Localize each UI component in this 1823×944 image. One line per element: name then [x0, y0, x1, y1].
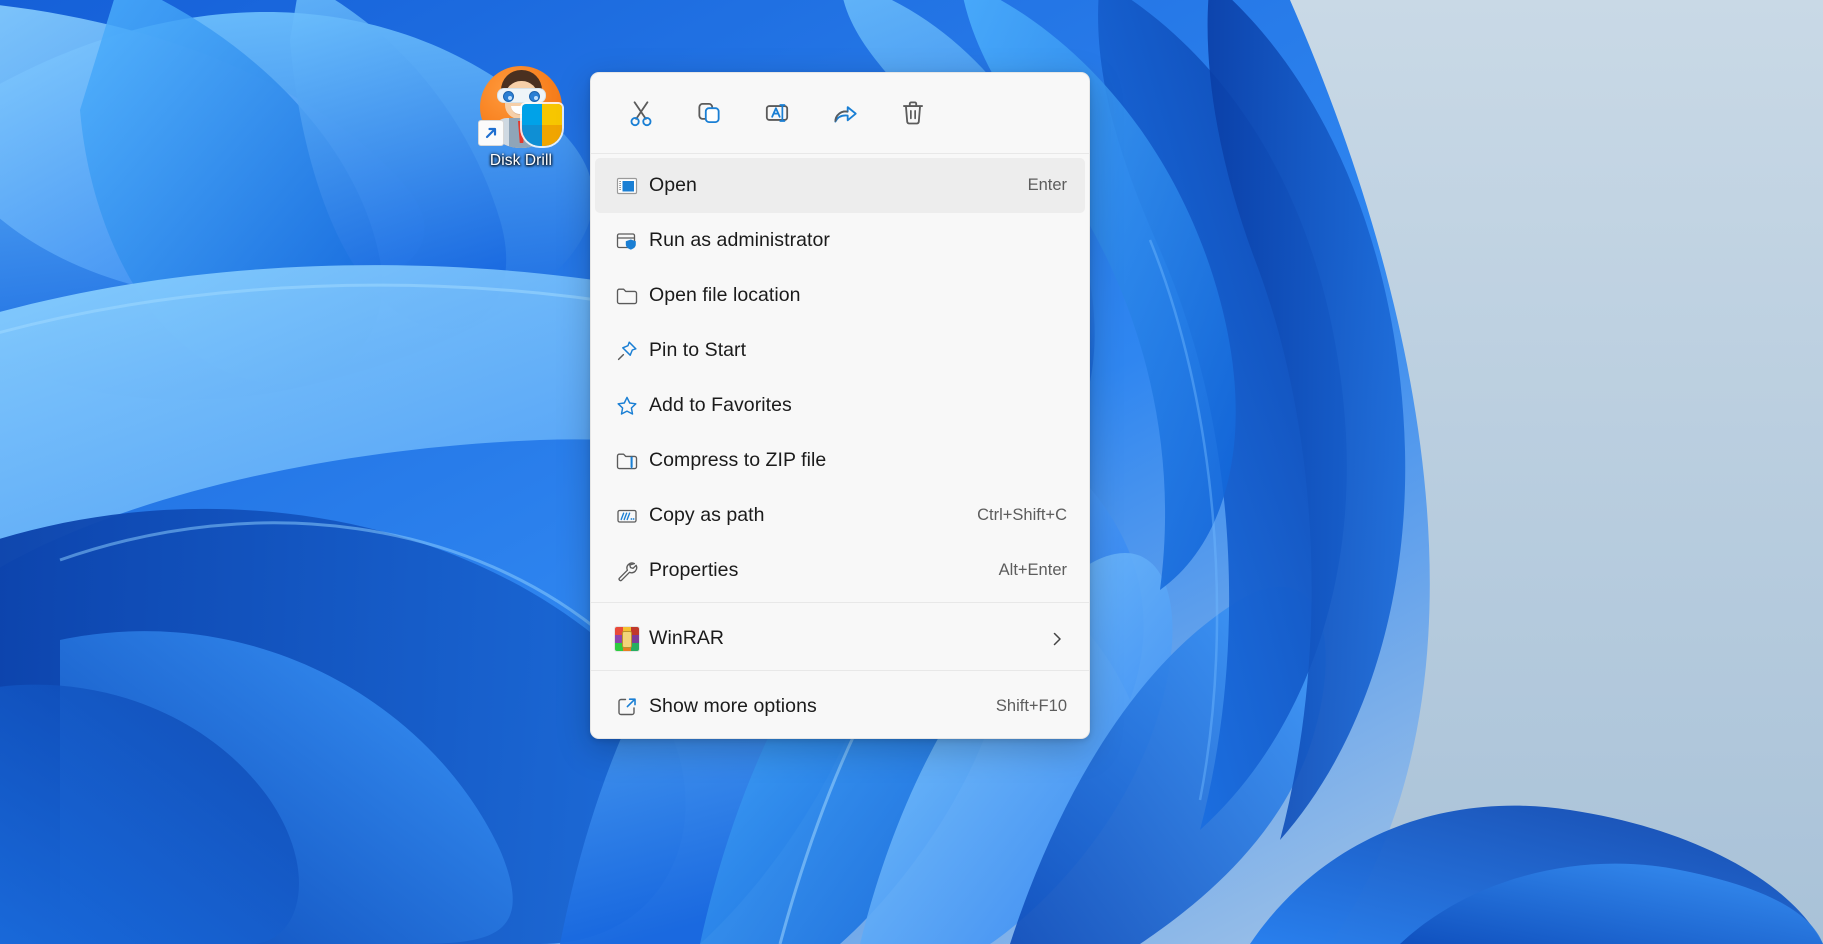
menu-item-label: Open file location	[649, 284, 801, 306]
menu-item-accelerator: Shift+F10	[995, 697, 1067, 715]
menu-item-run-as-administrator[interactable]: Run as administrator	[595, 213, 1085, 268]
windows-shield-overlay-icon	[522, 104, 562, 146]
menu-item-label: Properties	[649, 559, 739, 581]
menu-item-accelerator: Alt+Enter	[998, 561, 1067, 579]
context-menu[interactable]: Open Enter Run as administrator Open fil…	[590, 72, 1090, 739]
menu-item-compress-to-zip-file[interactable]: Compress to ZIP file	[595, 433, 1085, 488]
menu-group-apps: WinRAR	[591, 607, 1089, 666]
goggle-lens-right	[529, 91, 540, 102]
copy-path-icon	[615, 504, 649, 528]
menu-item-properties[interactable]: Properties Alt+Enter	[595, 543, 1085, 598]
goggle-lens-left	[503, 91, 514, 102]
chevron-right-icon	[1047, 629, 1067, 649]
shortcut-arrow-badge	[478, 120, 504, 146]
share-button[interactable]	[817, 91, 872, 135]
open-window-icon	[615, 174, 649, 198]
menu-item-label: Pin to Start	[649, 339, 747, 361]
menu-item-label: Compress to ZIP file	[649, 449, 827, 471]
menu-item-show-more-options[interactable]: Show more options Shift+F10	[595, 679, 1085, 734]
menu-separator-1	[591, 602, 1089, 603]
menu-item-open-file-location[interactable]: Open file location	[595, 268, 1085, 323]
cut-button[interactable]	[613, 91, 668, 135]
menu-item-copy-as-path[interactable]: Copy as path Ctrl+Shift+C	[595, 488, 1085, 543]
menu-item-label: Run as administrator	[649, 229, 830, 251]
menu-item-label: Open	[649, 174, 697, 196]
menu-item-add-to-favorites[interactable]: Add to Favorites	[595, 378, 1085, 433]
copy-button[interactable]	[681, 91, 736, 135]
shield-window-icon	[615, 229, 649, 253]
desktop[interactable]: Disk Drill Open Enter Run as administrat…	[0, 0, 1823, 944]
context-menu-command-bar[interactable]	[591, 73, 1089, 153]
menu-item-accelerator: Ctrl+Shift+C	[977, 506, 1067, 524]
star-icon	[615, 394, 649, 418]
menu-item-pin-to-start[interactable]: Pin to Start	[595, 323, 1085, 378]
winrar-icon	[615, 626, 649, 651]
menu-group-more: Show more options Shift+F10	[591, 675, 1089, 734]
show-more-options-icon	[615, 695, 649, 719]
delete-button[interactable]	[885, 91, 940, 135]
menu-group-primary: Open Enter Run as administrator Open fil…	[591, 154, 1089, 598]
character-goggles	[497, 88, 546, 103]
zip-folder-icon	[615, 449, 649, 473]
menu-separator-2	[591, 670, 1089, 671]
desktop-icon-label: Disk Drill	[489, 152, 553, 169]
menu-item-label: Add to Favorites	[649, 394, 792, 416]
rename-button[interactable]	[749, 91, 804, 135]
wrench-icon	[615, 559, 649, 583]
folder-icon	[615, 284, 649, 308]
pin-icon	[615, 339, 649, 363]
menu-item-accelerator: Enter	[1027, 176, 1067, 194]
menu-item-winrar[interactable]: WinRAR	[595, 611, 1085, 666]
menu-item-label: Show more options	[649, 695, 817, 717]
menu-item-label: Copy as path	[649, 504, 765, 526]
disk-drill-app-icon	[478, 66, 562, 148]
desktop-icon-disk-drill[interactable]: Disk Drill	[466, 66, 576, 170]
menu-item-open[interactable]: Open Enter	[595, 158, 1085, 213]
menu-item-label: WinRAR	[649, 627, 725, 649]
